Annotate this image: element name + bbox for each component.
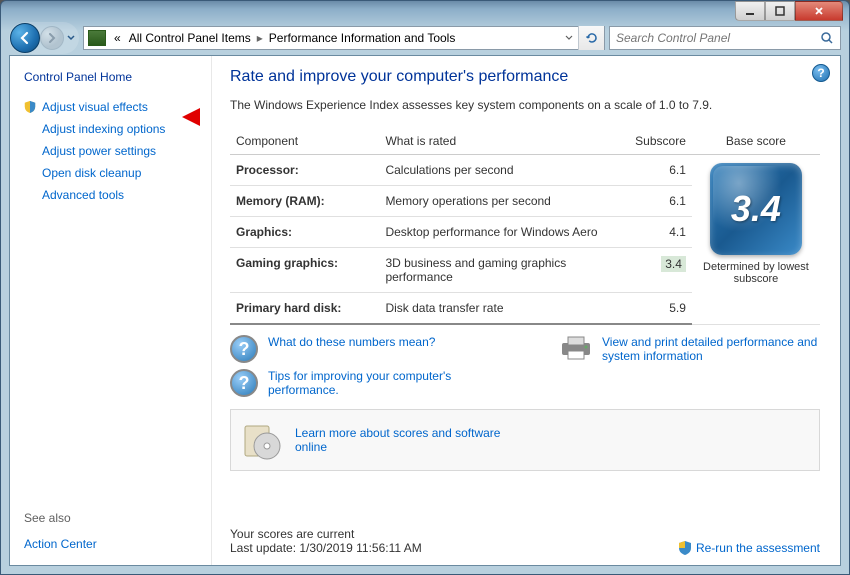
nav-history-dropdown[interactable]	[64, 35, 78, 41]
last-update-text: Last update: 1/30/2019 11:56:11 AM	[230, 541, 422, 555]
breadcrumb-prefix[interactable]: «	[110, 27, 125, 49]
th-base: Base score	[692, 130, 820, 155]
question-icon: ?	[230, 335, 258, 363]
address-dropdown[interactable]	[560, 26, 578, 50]
sidebar-link-label: Adjust visual effects	[42, 100, 148, 114]
link-print-details[interactable]: View and print detailed performance and …	[602, 335, 820, 363]
question-icon: ?	[230, 369, 258, 397]
base-score-cell: 3.4 Determined by lowest subscore	[692, 155, 820, 325]
sidebar: Control Panel Home Adjust visual effects…	[10, 56, 212, 565]
printer-icon	[560, 335, 592, 361]
refresh-button[interactable]	[578, 26, 604, 50]
breadcrumb-level1[interactable]: All Control Panel Items	[125, 27, 255, 49]
content-frame: Control Panel Home Adjust visual effects…	[9, 55, 841, 566]
page-title: Rate and improve your computer's perform…	[230, 68, 820, 86]
forward-button	[40, 26, 64, 50]
window-frame: « All Control Panel Items ▸ Performance …	[0, 0, 850, 575]
maximize-button[interactable]	[765, 1, 795, 21]
rerun-assessment-link[interactable]: Re-run the assessment	[678, 541, 820, 555]
minimize-button[interactable]	[735, 1, 765, 21]
intro-text: The Windows Experience Index assesses ke…	[230, 98, 820, 112]
th-subscore: Subscore	[625, 130, 692, 155]
title-bar	[1, 1, 849, 21]
control-panel-icon	[88, 30, 106, 46]
sidebar-link-indexing[interactable]: Adjust indexing options	[10, 118, 211, 140]
sidebar-link-advanced[interactable]: Advanced tools	[10, 184, 211, 206]
search-input[interactable]	[610, 31, 814, 45]
score-table: Component What is rated Subscore Base sc…	[230, 130, 820, 325]
search-button[interactable]	[814, 26, 840, 50]
th-rated: What is rated	[379, 130, 625, 155]
help-icon[interactable]: ?	[812, 64, 830, 82]
main-content: ? Rate and improve your computer's perfo…	[212, 56, 840, 565]
table-row: Processor: Calculations per second 6.1 3…	[230, 155, 820, 186]
close-button[interactable]	[795, 1, 843, 21]
shield-icon	[678, 541, 692, 555]
scores-current-text: Your scores are current	[230, 527, 422, 541]
footer: Your scores are current Last update: 1/3…	[230, 517, 820, 555]
back-button[interactable]	[10, 23, 40, 53]
address-bar[interactable]: « All Control Panel Items ▸ Performance …	[83, 26, 605, 50]
base-score-badge: 3.4	[710, 163, 802, 255]
action-center-link[interactable]: Action Center	[10, 533, 211, 555]
link-tips[interactable]: Tips for improving your computer's perfo…	[268, 369, 498, 397]
toolbar: « All Control Panel Items ▸ Performance …	[9, 21, 841, 55]
info-box: Learn more about scores and software onl…	[230, 409, 820, 471]
sidebar-link-visual-effects[interactable]: Adjust visual effects	[10, 96, 211, 118]
see-also-header: See also	[10, 511, 211, 533]
chevron-right-icon: ▸	[255, 31, 265, 45]
link-learn-more[interactable]: Learn more about scores and software onl…	[295, 426, 525, 454]
control-panel-home-link[interactable]: Control Panel Home	[10, 70, 211, 96]
sidebar-link-power[interactable]: Adjust power settings	[10, 140, 211, 162]
sidebar-link-cleanup[interactable]: Open disk cleanup	[10, 162, 211, 184]
breadcrumb-level2[interactable]: Performance Information and Tools	[265, 27, 460, 49]
software-icon	[241, 420, 281, 460]
search-box	[609, 26, 841, 50]
shield-icon	[24, 101, 36, 113]
th-component: Component	[230, 130, 379, 155]
link-numbers-mean[interactable]: What do these numbers mean?	[268, 335, 435, 349]
